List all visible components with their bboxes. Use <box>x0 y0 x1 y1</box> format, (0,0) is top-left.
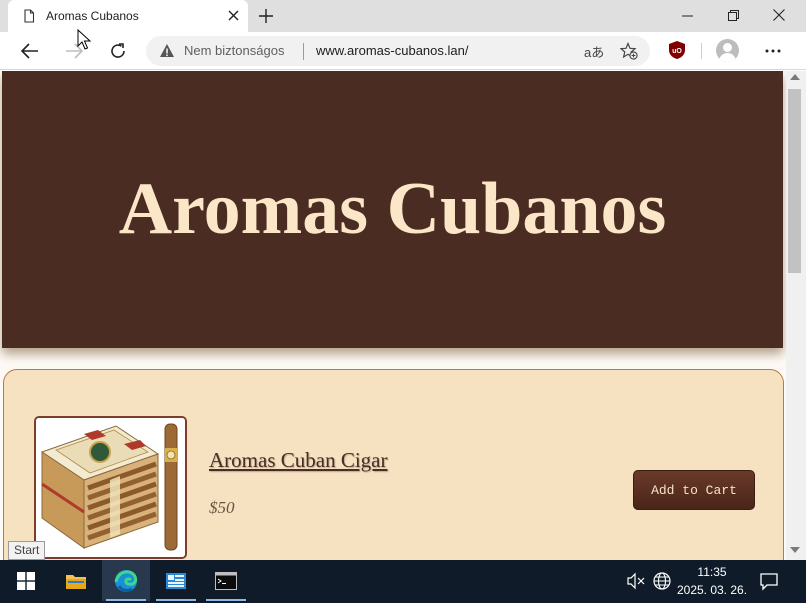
warning-icon[interactable] <box>159 43 175 59</box>
scroll-down-arrow-icon[interactable] <box>790 547 800 553</box>
clock-date[interactable]: 2025. 03. 26. <box>676 583 748 597</box>
profile-body <box>719 53 736 62</box>
scroll-thumb[interactable] <box>788 89 801 273</box>
clock-time[interactable]: 11:35 <box>680 565 744 579</box>
product-name-link[interactable]: Aromas Cuban Cigar <box>209 448 387 473</box>
hero-banner: Aromas Cubanos <box>2 71 783 348</box>
not-secure-label[interactable]: Nem biztonságos <box>184 43 284 58</box>
scroll-up-arrow-icon[interactable] <box>790 74 800 80</box>
windows-taskbar: 11:35 2025. 03. 26. <box>0 560 806 603</box>
more-menu-icon[interactable] <box>760 38 786 64</box>
running-app-indicator <box>156 599 196 601</box>
volume-muted-icon[interactable] <box>626 572 646 590</box>
browser-title-bar: Aromas Cubanos <box>0 0 806 32</box>
profile-head <box>723 43 732 52</box>
product-card: Aromas Cuban Cigar $50 Add to Cart <box>3 369 784 560</box>
edge-icon[interactable] <box>102 560 150 601</box>
new-tab-plus-icon[interactable] <box>254 4 278 28</box>
mouse-cursor-icon <box>77 29 91 50</box>
window-close-icon[interactable] <box>756 0 802 30</box>
reload-icon[interactable] <box>104 37 132 65</box>
vertical-scrollbar[interactable] <box>786 71 806 560</box>
read-aloud-icon[interactable]: aあ <box>584 42 604 61</box>
tab-title: Aromas Cubanos <box>46 9 139 23</box>
cigar-box-image[interactable] <box>34 416 187 559</box>
running-app-indicator <box>206 599 246 601</box>
windows-start-icon[interactable] <box>2 560 50 601</box>
page-viewport: Aromas Cubanos Aromas Cuban Cigar $50 Ad… <box>0 71 786 560</box>
notification-icon[interactable] <box>758 570 780 592</box>
restore-icon[interactable] <box>710 0 756 30</box>
tab-close-icon[interactable] <box>224 6 242 24</box>
network-globe-icon[interactable] <box>652 571 672 591</box>
address-bar[interactable]: Nem biztonságos www.aromas-cubanos.lan/ … <box>146 36 650 66</box>
site-title: Aromas Cubanos <box>118 168 667 250</box>
start-tooltip: Start <box>8 541 46 560</box>
url-text[interactable]: www.aromas-cubanos.lan/ <box>316 43 468 58</box>
minimize-icon[interactable] <box>664 0 710 30</box>
add-favorite-icon[interactable] <box>620 42 638 60</box>
back-arrow-icon[interactable] <box>16 37 44 65</box>
profile-avatar-icon[interactable] <box>716 39 739 62</box>
address-separator <box>303 43 304 60</box>
add-to-cart-button[interactable]: Add to Cart <box>633 470 755 510</box>
server-manager-icon[interactable] <box>152 560 200 601</box>
page-icon <box>24 9 35 23</box>
toolbar-separator <box>701 43 702 59</box>
product-price: $50 <box>209 498 235 517</box>
browser-toolbar: Nem biztonságos www.aromas-cubanos.lan/ … <box>0 32 806 70</box>
file-explorer-icon[interactable] <box>52 560 100 601</box>
svg-text:uO: uO <box>672 48 682 55</box>
ublock-origin-icon[interactable]: uO <box>667 40 687 60</box>
browser-tab[interactable]: Aromas Cubanos <box>8 0 248 32</box>
active-app-indicator <box>106 599 146 601</box>
command-prompt-icon[interactable] <box>202 560 250 601</box>
